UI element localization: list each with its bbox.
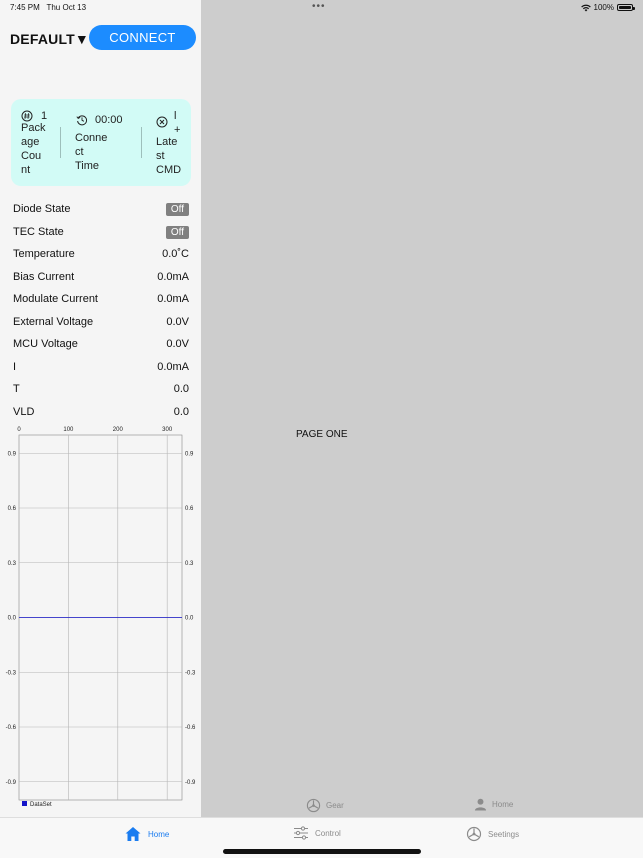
reading-label: T <box>13 383 20 395</box>
reading-row-bias-current: Bias Current 0.0mA <box>13 268 189 291</box>
reading-label: MCU Voltage <box>13 338 78 350</box>
gear-icon <box>306 798 321 813</box>
package-count-label: Pack age Cou nt <box>21 122 46 176</box>
reading-row-modulate-current: Modulate Current 0.0mA <box>13 290 189 313</box>
y-tick-label-right: -0.3 <box>185 670 196 676</box>
x-tick-label: 300 <box>162 427 173 433</box>
connect-time-value: 00:00 <box>95 114 123 126</box>
y-tick-label-right: 0.9 <box>185 451 194 457</box>
close-circle-icon <box>156 116 168 128</box>
y-tick-label-left: -0.3 <box>6 670 17 676</box>
reading-row-diode-state: Diode State Off <box>13 200 189 223</box>
tab-home-profile[interactable]: Home <box>474 798 513 811</box>
y-tick-label-left: -0.9 <box>6 780 17 786</box>
status-time: 7:45 PM Thu Oct 13 <box>10 3 87 12</box>
y-tick-label-right: -0.6 <box>185 725 196 731</box>
person-icon <box>474 798 487 811</box>
reading-value: 0.0˚C <box>162 248 189 260</box>
y-tick-label-left: 0.0 <box>8 616 17 622</box>
connect-button[interactable]: CONNECT <box>89 25 196 50</box>
y-tick-label-left: 0.9 <box>8 451 17 457</box>
tab-gear[interactable]: Gear <box>306 798 344 813</box>
x-tick-label: 100 <box>63 427 74 433</box>
summary-divider <box>141 127 142 158</box>
tab-control-label: Control <box>315 828 341 838</box>
tab-home[interactable]: Home <box>124 826 169 842</box>
battery-percent: 100% <box>593 3 614 12</box>
y-tick-label-left: 0.6 <box>8 506 17 512</box>
history-icon <box>76 115 88 126</box>
page-title: PAGE ONE <box>296 429 348 440</box>
reading-label: External Voltage <box>13 315 94 328</box>
reading-row-external-voltage: External Voltage 0.0V <box>13 313 189 336</box>
y-tick-label-left: -0.6 <box>6 725 17 731</box>
x-tick-label: 0 <box>17 427 21 433</box>
reading-row-t: T 0.0 <box>13 380 189 403</box>
tab-home-profile-label: Home <box>492 800 514 809</box>
battery-icon <box>617 4 635 11</box>
status-right: 100% <box>580 3 635 12</box>
latest-cmd-label: Late st CMD <box>156 136 182 176</box>
reading-label: Bias Current <box>13 270 75 283</box>
left-panel: DEFAULT▼ CONNECT 1 Pack age Cou nt 00:00… <box>0 0 201 817</box>
latest-cmd-value: l + <box>174 110 181 136</box>
home-indicator <box>223 849 421 854</box>
reading-value: 0.0 <box>173 405 189 418</box>
reading-label: VLD <box>13 405 35 418</box>
reading-value: 0.0 <box>173 383 189 395</box>
reading-value: 0.0V <box>166 338 189 350</box>
summary-divider <box>60 127 61 158</box>
diode-state-badge: Off <box>165 203 189 216</box>
reading-value: 0.0mA <box>157 293 189 305</box>
sliders-icon <box>294 826 308 840</box>
reading-label: Diode State <box>13 203 71 215</box>
legend-label: DataSet <box>30 802 52 808</box>
home-icon <box>125 827 141 841</box>
reading-row-vld: VLD 0.0 <box>13 403 189 426</box>
reading-row-temperature: Temperature 0.0˚C <box>13 245 189 268</box>
reading-label: TEC State <box>13 225 64 238</box>
tab-settings[interactable]: Seetings <box>466 826 519 842</box>
reading-label: I <box>13 360 17 373</box>
reading-label: Modulate Current <box>13 293 98 305</box>
tab-control[interactable]: Control <box>293 826 341 840</box>
readings-list: Diode State Off TEC State Off Temperature 0… <box>13 200 189 425</box>
x-tick-label: 200 <box>113 427 124 433</box>
y-tick-label-right: 0.0 <box>185 616 194 622</box>
y-tick-label-right: -0.9 <box>185 780 196 786</box>
device-dropdown[interactable]: DEFAULT▼ <box>10 31 89 47</box>
summary-card: 1 Pack age Cou nt 00:00 Conne ct Time l … <box>11 99 191 186</box>
reading-value: 0.0mA <box>157 270 189 283</box>
reading-row-i: I 0.0mA <box>13 358 189 381</box>
status-bar: 7:45 PM Thu Oct 13 ••• 100% <box>0 0 643 16</box>
reading-label: Temperature <box>13 248 75 260</box>
y-tick-label-left: 0.3 <box>8 561 17 567</box>
reading-value: 0.0mA <box>157 360 189 373</box>
tab-home-label: Home <box>148 829 170 839</box>
reading-row-tec-state: TEC State Off <box>13 223 189 246</box>
reading-row-mcu-voltage: MCU Voltage 0.0V <box>13 335 189 358</box>
wifi-icon <box>580 4 591 11</box>
y-tick-label-right: 0.6 <box>185 506 194 512</box>
detail-panel <box>201 0 643 817</box>
y-tick-label-right: 0.3 <box>185 561 194 567</box>
connect-time-label: Conne ct Time <box>75 132 108 172</box>
line-chart[interactable]: 0 100 200 300 0.9 0.9 0.6 0.6 0.3 0.3 0.0 0.0 -0.3 -0… <box>0 424 201 812</box>
settings-icon <box>466 826 482 842</box>
tab-gear-label: Gear <box>326 801 344 810</box>
tab-settings-label: Seetings <box>488 829 520 839</box>
legend-swatch <box>22 801 27 806</box>
tec-state-badge: Off <box>165 225 189 239</box>
reading-value: 0.0V <box>166 315 189 328</box>
multitasking-dots-icon[interactable]: ••• <box>312 1 326 12</box>
